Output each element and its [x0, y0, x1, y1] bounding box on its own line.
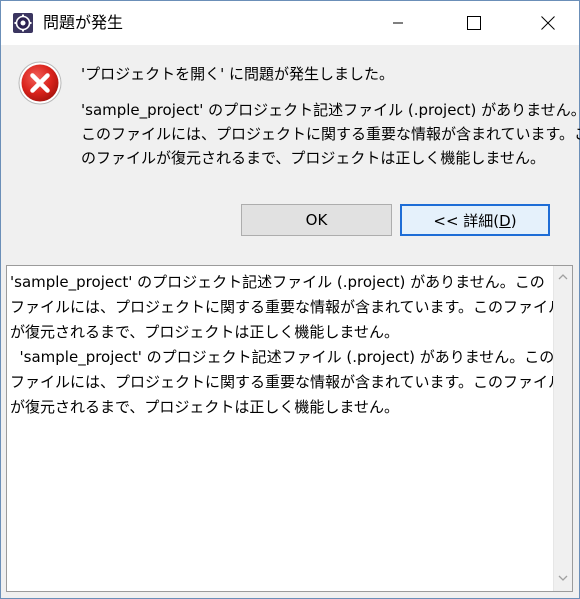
ok-button-label: OK: [305, 211, 328, 229]
title-bar[interactable]: 問題が発生: [1, 1, 579, 45]
details-button-label: << 詳細(D): [433, 211, 517, 230]
details-line: 'sample_project' のプロジェクト記述ファイル (.project…: [10, 273, 545, 291]
error-icon: [18, 61, 62, 105]
error-title: 'プロジェクトを開く' に問題が発生しました。: [81, 65, 395, 83]
error-message-line: 'sample_project' のプロジェクト記述ファイル (.project…: [81, 101, 580, 119]
window-title: 問題が発生: [43, 13, 124, 32]
error-message-line: このファイルには、プロジェクトに関する重要な情報が含まれています。こ: [81, 125, 580, 143]
minimize-button[interactable]: [375, 1, 421, 45]
error-message: 'sample_project' のプロジェクト記述ファイル (.project…: [81, 98, 580, 170]
details-text: 'sample_project' のプロジェクト記述ファイル (.project…: [10, 270, 564, 420]
details-line: ファイルには、プロジェクトに関する重要な情報が含まれています。このファイル: [10, 298, 564, 316]
details-line: が復元されるまで、プロジェクトは正しく機能しません。: [10, 398, 399, 416]
details-toggle-button[interactable]: << 詳細(D): [400, 204, 550, 236]
error-dialog-window: 問題が発生 'プロジェクトを開く' に問題が発生しました。 'sample_pr…: [0, 0, 580, 599]
scroll-up-arrow-icon[interactable]: [554, 268, 572, 286]
eclipse-gear-icon: [13, 13, 33, 33]
details-scrollbar[interactable]: [553, 266, 572, 591]
details-line: ファイルには、プロジェクトに関する重要な情報が含まれています。このファイル: [10, 373, 564, 391]
maximize-icon: [467, 16, 481, 30]
scroll-down-arrow-icon[interactable]: [554, 569, 572, 587]
ok-button[interactable]: OK: [241, 204, 392, 236]
minimize-icon: [393, 22, 403, 24]
close-icon: [541, 16, 555, 30]
maximize-button[interactable]: [451, 1, 497, 45]
details-line: が復元されるまで、プロジェクトは正しく機能しません。: [10, 323, 399, 341]
details-line: 'sample_project' のプロジェクト記述ファイル (.project…: [10, 348, 555, 366]
close-button[interactable]: [525, 1, 571, 45]
details-text-area[interactable]: 'sample_project' のプロジェクト記述ファイル (.project…: [6, 265, 573, 592]
error-message-line: のファイルが復元されるまで、プロジェクトは正しく機能しません。: [81, 149, 545, 167]
